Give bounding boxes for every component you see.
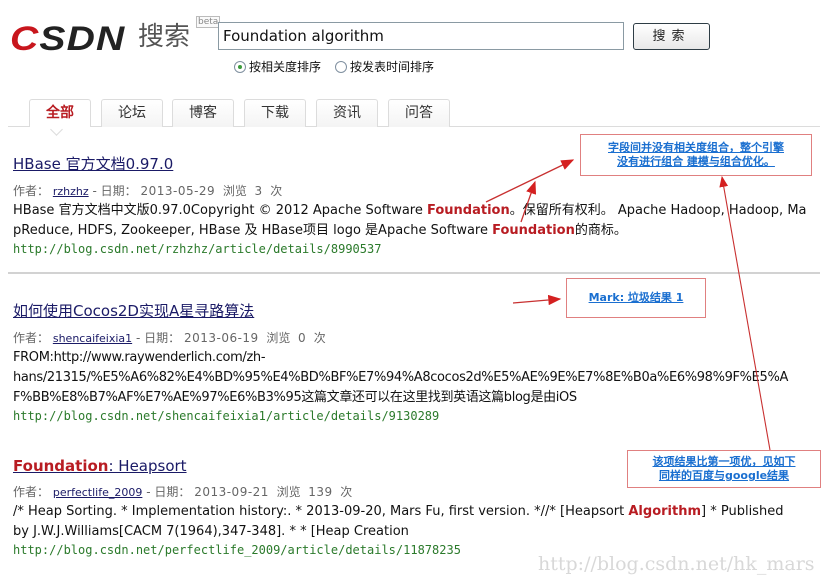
sort-by-time[interactable]: 按发表时间排序 — [335, 58, 434, 75]
note-line: 同样的百度与google结果 — [658, 469, 790, 482]
search-result: 如何使用Cocos2D实现A星寻路算法 作者： shencaifeixia1 -… — [13, 300, 813, 423]
author-label: 作者： — [13, 184, 50, 198]
annotation-note-relevance[interactable]: 字段间并没有相关度组合，整个引擎 没有进行组合 建模与组合优化。 — [580, 134, 812, 176]
result-meta: 作者： shencaifeixia1 - 日期： 2013-06-19 浏览 0… — [13, 329, 813, 346]
date-label: - 日期： — [92, 184, 137, 198]
snippet-text: 的商标。 — [574, 223, 627, 238]
views-unit: 次 — [313, 331, 326, 345]
views-count: 3 — [254, 184, 263, 198]
author-label: 作者： — [13, 331, 50, 345]
snippet-highlight: Algorithm — [628, 504, 702, 519]
author-label: 作者： — [13, 485, 50, 499]
tab-forum[interactable]: 论坛 — [101, 99, 163, 127]
result-title-link[interactable]: HBase 官方文档0.97.0 — [13, 153, 173, 174]
result-snippet: FROM:http://www.raywenderlich.com/zh- ha… — [13, 348, 813, 408]
title-highlight: Foundation — [13, 457, 109, 475]
views-label: 浏览 — [266, 331, 291, 345]
snippet-text: /* Heap Sorting. * Implementation histor… — [13, 504, 629, 519]
tab-news[interactable]: 资讯 — [316, 99, 378, 127]
note-line: 该项结果比第一项优，见如下 — [652, 455, 796, 468]
csdn-logo[interactable]: CSDN 搜索 beta — [10, 16, 221, 56]
views-unit: 次 — [270, 184, 283, 198]
logo-subtitle: 搜索 — [138, 22, 191, 52]
tab-download[interactable]: 下载 — [244, 99, 306, 127]
sort-time-label: 按发表时间排序 — [350, 60, 435, 74]
result-snippet: HBase 官方文档中文版0.97.0Copyright © 2012 Apac… — [13, 201, 813, 241]
note-line: 字段间并没有相关度组合，整个引擎 — [608, 141, 784, 154]
date-value: 2013-06-19 — [183, 331, 259, 345]
snippet-line: F%BB%E8%B7%AF%E7%AE%97%E6%B3%95这篇文章还可以在这… — [13, 390, 577, 405]
views-label: 浏览 — [276, 485, 301, 499]
beta-badge: beta — [196, 16, 221, 28]
snippet-line: hans/21315/%E5%A6%82%E4%BD%95%E4%BD%BF%E… — [13, 370, 788, 385]
sort-by-relevance[interactable]: 按相关度排序 — [234, 58, 321, 75]
result-url[interactable]: http://blog.csdn.net/rzhzhz/article/deta… — [13, 242, 813, 256]
views-label: 浏览 — [222, 184, 247, 198]
views-count: 139 — [308, 485, 333, 499]
note-line: 没有进行组合 建模与组合优化。 — [617, 155, 775, 168]
tab-all[interactable]: 全部 — [29, 99, 91, 127]
snippet-highlight: Foundation — [426, 203, 510, 218]
tab-qa[interactable]: 问答 — [388, 99, 450, 127]
views-count: 0 — [298, 331, 307, 345]
date-value: 2013-09-21 — [194, 485, 269, 499]
author-link[interactable]: shencaifeixia1 — [53, 332, 132, 345]
date-value: 2013-05-29 — [140, 184, 216, 198]
result-meta: 作者： rzhzhz - 日期： 2013-05-29 浏览 3 次 — [13, 182, 813, 199]
result-divider — [8, 272, 820, 274]
category-tabs: 全部 论坛 博客 下载 资讯 问答 — [8, 96, 820, 127]
result-snippet: /* Heap Sorting. * Implementation histor… — [13, 502, 793, 542]
date-label: - 日期： — [135, 331, 181, 345]
title-text: : Heapsort — [108, 457, 187, 475]
search-input[interactable] — [218, 22, 624, 50]
logo-wordmark: CSDN — [10, 20, 126, 58]
search-button[interactable]: 搜索 — [633, 23, 710, 50]
annotation-note-better[interactable]: 该项结果比第一项优，见如下 同样的百度与google结果 — [627, 450, 821, 488]
author-link[interactable]: rzhzhz — [53, 185, 89, 198]
snippet-text: HBase 官方文档中文版0.97.0Copyright © 2012 Apac… — [13, 203, 427, 218]
views-unit: 次 — [340, 485, 353, 499]
radio-selected-icon[interactable] — [234, 60, 246, 73]
snippet-line: FROM:http://www.raywenderlich.com/zh- — [13, 350, 266, 365]
note-line: Mark: 垃圾结果 1 — [588, 291, 684, 304]
watermark: http://blog.csdn.net/hk_mars — [538, 553, 815, 575]
annotation-note-garbage[interactable]: Mark: 垃圾结果 1 — [566, 278, 706, 318]
author-link[interactable]: perfectlife_2009 — [53, 486, 143, 499]
date-label: - 日期： — [146, 485, 191, 499]
result-title-link[interactable]: Foundation: Heapsort — [13, 457, 187, 475]
result-title-link[interactable]: 如何使用Cocos2D实现A星寻路算法 — [13, 300, 254, 321]
sort-relevance-label: 按相关度排序 — [249, 60, 322, 74]
snippet-highlight: Foundation — [492, 223, 575, 238]
radio-unselected-icon[interactable] — [335, 60, 347, 73]
tab-blog[interactable]: 博客 — [172, 99, 234, 127]
result-url[interactable]: http://blog.csdn.net/shencaifeixia1/arti… — [13, 409, 813, 423]
